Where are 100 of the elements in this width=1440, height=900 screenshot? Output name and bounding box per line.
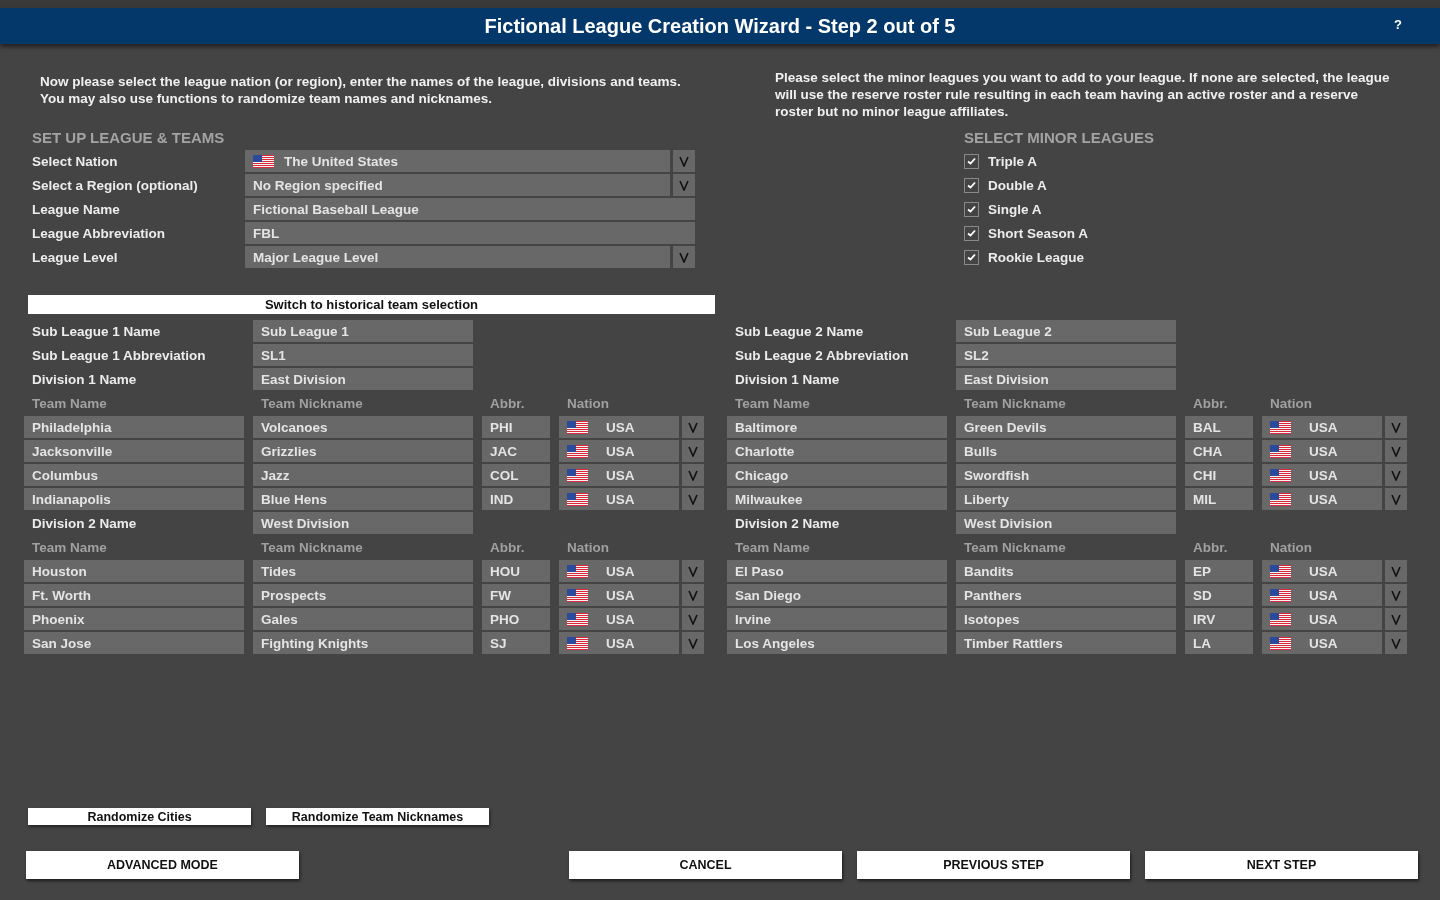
input-field[interactable]: PHO bbox=[482, 608, 550, 630]
dropdown-field[interactable]: The United States bbox=[245, 150, 670, 172]
dropdown-button[interactable] bbox=[1385, 560, 1407, 582]
input-field[interactable]: Los Angeles bbox=[727, 632, 947, 654]
input-field[interactable]: IND bbox=[482, 488, 550, 510]
input-field[interactable]: Sub League 2 bbox=[956, 320, 1176, 342]
dropdown-field[interactable]: USA bbox=[559, 584, 679, 606]
dropdown-button[interactable] bbox=[1385, 464, 1407, 486]
dropdown-field[interactable]: USA bbox=[559, 632, 679, 654]
dropdown-button[interactable] bbox=[673, 150, 695, 172]
dropdown-field[interactable]: Major League Level bbox=[245, 246, 670, 268]
input-field[interactable]: SD bbox=[1185, 584, 1253, 606]
dropdown-field[interactable]: USA bbox=[1262, 416, 1382, 438]
footer-button[interactable]: PREVIOUS STEP bbox=[857, 851, 1130, 879]
dropdown-field[interactable]: USA bbox=[1262, 440, 1382, 462]
input-field[interactable]: West Division bbox=[253, 512, 473, 534]
input-field[interactable]: Chicago bbox=[727, 464, 947, 486]
input-field[interactable]: SJ bbox=[482, 632, 550, 654]
dropdown-button[interactable] bbox=[682, 608, 704, 630]
dropdown-field[interactable]: USA bbox=[559, 608, 679, 630]
dropdown-button[interactable] bbox=[682, 560, 704, 582]
footer-button[interactable]: NEXT STEP bbox=[1145, 851, 1418, 879]
dropdown-field[interactable]: USA bbox=[1262, 560, 1382, 582]
dropdown-field[interactable]: USA bbox=[1262, 608, 1382, 630]
checkbox[interactable] bbox=[964, 249, 979, 265]
dropdown-field[interactable]: USA bbox=[559, 560, 679, 582]
dropdown-button[interactable] bbox=[1385, 608, 1407, 630]
input-field[interactable]: Liberty bbox=[956, 488, 1176, 510]
dropdown-button[interactable] bbox=[673, 246, 695, 268]
input-field[interactable]: Grizzlies bbox=[253, 440, 473, 462]
input-field[interactable]: Milwaukee bbox=[727, 488, 947, 510]
dropdown-field[interactable]: USA bbox=[1262, 632, 1382, 654]
input-field[interactable]: MIL bbox=[1185, 488, 1253, 510]
help-button[interactable]: ? bbox=[1394, 17, 1402, 32]
dropdown-button[interactable] bbox=[682, 464, 704, 486]
input-field[interactable]: Timber Rattlers bbox=[956, 632, 1176, 654]
input-field[interactable]: Jacksonville bbox=[24, 440, 244, 462]
dropdown-field[interactable]: USA bbox=[1262, 464, 1382, 486]
checkbox[interactable] bbox=[964, 201, 979, 217]
dropdown-field[interactable]: USA bbox=[559, 488, 679, 510]
input-field[interactable]: Tides bbox=[253, 560, 473, 582]
input-field[interactable]: BAL bbox=[1185, 416, 1253, 438]
input-field[interactable]: San Diego bbox=[727, 584, 947, 606]
input-field[interactable]: FBL bbox=[245, 222, 695, 244]
input-field[interactable]: IRV bbox=[1185, 608, 1253, 630]
dropdown-button[interactable] bbox=[682, 440, 704, 462]
input-field[interactable]: Blue Hens bbox=[253, 488, 473, 510]
input-field[interactable]: JAC bbox=[482, 440, 550, 462]
input-field[interactable]: Phoenix bbox=[24, 608, 244, 630]
dropdown-field[interactable]: USA bbox=[559, 416, 679, 438]
input-field[interactable]: East Division bbox=[956, 368, 1176, 390]
input-field[interactable]: Jazz bbox=[253, 464, 473, 486]
input-field[interactable]: SL1 bbox=[253, 344, 473, 366]
input-field[interactable]: HOU bbox=[482, 560, 550, 582]
randomize-button[interactable]: Randomize Team Nicknames bbox=[266, 808, 489, 825]
input-field[interactable]: FW bbox=[482, 584, 550, 606]
input-field[interactable]: West Division bbox=[956, 512, 1176, 534]
input-field[interactable]: Bandits bbox=[956, 560, 1176, 582]
dropdown-field[interactable]: USA bbox=[1262, 584, 1382, 606]
dropdown-field[interactable]: USA bbox=[559, 464, 679, 486]
input-field[interactable]: CHA bbox=[1185, 440, 1253, 462]
input-field[interactable]: Volcanoes bbox=[253, 416, 473, 438]
dropdown-button[interactable] bbox=[673, 174, 695, 196]
checkbox[interactable] bbox=[964, 153, 979, 169]
input-field[interactable]: Gales bbox=[253, 608, 473, 630]
input-field[interactable]: Fictional Baseball League bbox=[245, 198, 695, 220]
input-field[interactable]: Sub League 1 bbox=[253, 320, 473, 342]
input-field[interactable]: San Jose bbox=[24, 632, 244, 654]
dropdown-button[interactable] bbox=[682, 488, 704, 510]
dropdown-field[interactable]: No Region specified bbox=[245, 174, 670, 196]
dropdown-button[interactable] bbox=[1385, 632, 1407, 654]
switch-button[interactable]: Switch to historical team selection bbox=[28, 295, 715, 314]
input-field[interactable]: Fighting Knights bbox=[253, 632, 473, 654]
input-field[interactable]: Ft. Worth bbox=[24, 584, 244, 606]
input-field[interactable]: Philadelphia bbox=[24, 416, 244, 438]
input-field[interactable]: Panthers bbox=[956, 584, 1176, 606]
input-field[interactable]: Bulls bbox=[956, 440, 1176, 462]
input-field[interactable]: Columbus bbox=[24, 464, 244, 486]
input-field[interactable]: Prospects bbox=[253, 584, 473, 606]
input-field[interactable]: East Division bbox=[253, 368, 473, 390]
input-field[interactable]: CHI bbox=[1185, 464, 1253, 486]
checkbox[interactable] bbox=[964, 177, 979, 193]
dropdown-field[interactable]: USA bbox=[559, 440, 679, 462]
input-field[interactable]: LA bbox=[1185, 632, 1253, 654]
input-field[interactable]: El Paso bbox=[727, 560, 947, 582]
randomize-button[interactable]: Randomize Cities bbox=[28, 808, 251, 825]
footer-button[interactable]: ADVANCED MODE bbox=[26, 851, 299, 879]
input-field[interactable]: Green Devils bbox=[956, 416, 1176, 438]
dropdown-button[interactable] bbox=[1385, 416, 1407, 438]
input-field[interactable]: Baltimore bbox=[727, 416, 947, 438]
dropdown-button[interactable] bbox=[682, 416, 704, 438]
input-field[interactable]: Swordfish bbox=[956, 464, 1176, 486]
dropdown-button[interactable] bbox=[1385, 584, 1407, 606]
footer-button[interactable]: CANCEL bbox=[569, 851, 842, 879]
input-field[interactable]: Irvine bbox=[727, 608, 947, 630]
input-field[interactable]: SL2 bbox=[956, 344, 1176, 366]
input-field[interactable]: Indianapolis bbox=[24, 488, 244, 510]
dropdown-button[interactable] bbox=[682, 632, 704, 654]
dropdown-button[interactable] bbox=[1385, 440, 1407, 462]
dropdown-button[interactable] bbox=[682, 584, 704, 606]
